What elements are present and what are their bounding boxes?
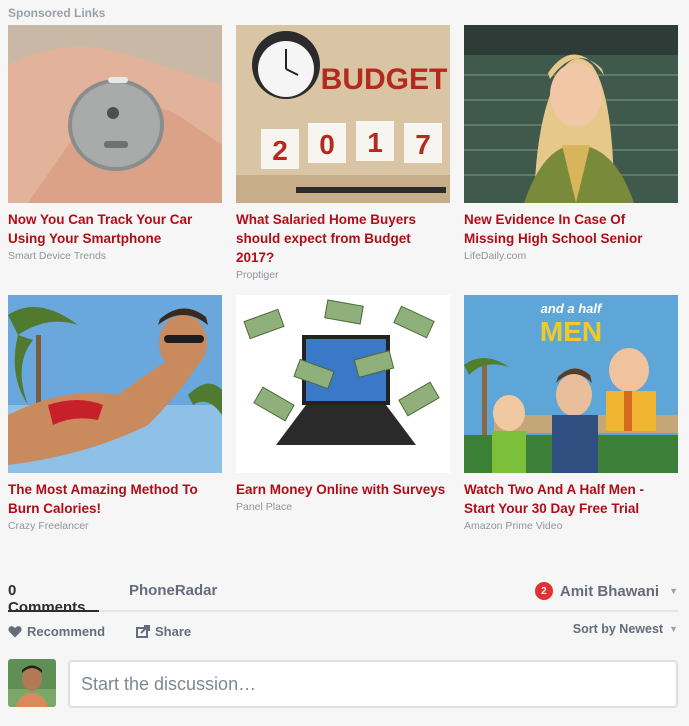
comment-input[interactable]: Start the discussion… [68, 660, 678, 708]
comment-actions: Recommend Share Sort by Newest ▼ [8, 622, 678, 642]
card-title[interactable]: Now You Can Track Your Car Using Your Sm… [8, 210, 222, 248]
heart-icon [8, 626, 22, 638]
money-laptop-image[interactable] [236, 295, 450, 473]
card-source: Crazy Freelancer [8, 520, 89, 532]
sponsored-card[interactable]: BUDGET 2 0 1 7 What Salaried Home Buyers… [236, 25, 450, 295]
svg-text:2: 2 [272, 135, 288, 166]
chevron-down-icon: ▼ [669, 624, 678, 634]
card-title[interactable]: What Salaried Home Buyers should expect … [236, 210, 450, 267]
portrait-image[interactable] [464, 25, 678, 203]
user-menu[interactable]: 2 Amit Bhawani ▼ [534, 582, 678, 600]
budget-image-text: BUDGET [321, 63, 448, 96]
sponsored-grid: Now You Can Track Your Car Using Your Sm… [8, 25, 678, 565]
card-title[interactable]: New Evidence In Case Of Missing High Sch… [464, 210, 678, 248]
recommend-button[interactable]: Recommend [8, 624, 105, 639]
card-source: Amazon Prime Video [464, 520, 563, 532]
card-source: Smart Device Trends [8, 250, 107, 262]
share-button[interactable]: Share [136, 624, 191, 639]
card-title[interactable]: The Most Amazing Method To Burn Calories… [8, 480, 222, 518]
notification-badge[interactable]: 2 [534, 582, 553, 600]
tv-show-image[interactable]: and a half MEN [464, 295, 678, 473]
sponsored-card[interactable]: New Evidence In Case Of Missing High Sch… [464, 25, 678, 295]
share-label: Share [155, 624, 192, 639]
budget-image[interactable]: BUDGET 2 0 1 7 [236, 25, 450, 203]
card-title[interactable]: Watch Two And A Half Men - Start Your 30… [464, 480, 678, 518]
card-source: Proptiger [236, 269, 279, 281]
card-source: LifeDaily.com [464, 250, 527, 262]
sponsored-card[interactable]: Now You Can Track Your Car Using Your Sm… [8, 25, 222, 295]
sponsored-card[interactable]: Earn Money Online with Surveys Panel Pla… [236, 295, 450, 565]
sponsored-links-label: Sponsored Links [8, 6, 106, 20]
comments-tab-bar: 0 Comments PhoneRadar 2 Amit Bhawani ▼ [8, 580, 678, 616]
tab-community[interactable]: PhoneRadar [129, 582, 217, 599]
tracker-image[interactable] [8, 25, 222, 203]
recommend-label: Recommend [27, 624, 106, 639]
sort-dropdown[interactable]: Sort by Newest ▼ [573, 622, 678, 636]
card-title[interactable]: Earn Money Online with Surveys [236, 480, 450, 499]
avatar[interactable] [8, 659, 56, 707]
svg-text:1: 1 [367, 127, 383, 158]
share-icon [136, 625, 150, 638]
bikini-image[interactable] [8, 295, 222, 473]
card-source: Panel Place [236, 501, 293, 513]
sort-label: Sort by Newest [572, 622, 664, 636]
sponsored-card[interactable]: and a half MEN Watch Two And A Half Men … [464, 295, 678, 565]
svg-text:0: 0 [319, 129, 335, 160]
user-name[interactable]: Amit Bhawani [560, 583, 659, 600]
tab-comments[interactable]: 0 Comments [8, 582, 99, 616]
sponsored-card[interactable]: The Most Amazing Method To Burn Calories… [8, 295, 222, 565]
svg-text:MEN: MEN [540, 316, 602, 347]
svg-text:7: 7 [415, 129, 431, 160]
chevron-down-icon[interactable]: ▼ [669, 586, 678, 596]
svg-text:and a half: and a half [541, 301, 603, 316]
